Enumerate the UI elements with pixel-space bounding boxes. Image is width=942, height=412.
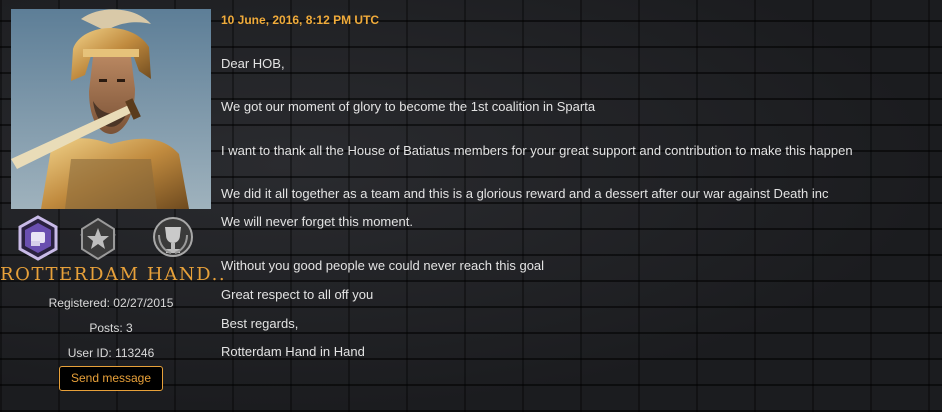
post-line-closing: Best regards, xyxy=(221,316,299,331)
post-count: Posts: 3 xyxy=(89,321,133,335)
user-profile-panel: ROTTERDAM HAND.. Registered: 02/27/2015 … xyxy=(0,0,225,412)
send-message-button[interactable]: Send message xyxy=(59,366,163,391)
post-timestamp: 10 June, 2016, 8:12 PM UTC xyxy=(221,13,380,27)
trophy-laurel-badge-icon xyxy=(151,215,195,261)
post-line: We got our moment of glory to become the… xyxy=(221,99,596,114)
post-line: We will never forget this moment. xyxy=(221,214,413,229)
username[interactable]: ROTTERDAM HAND.. xyxy=(0,264,225,285)
star-wings-badge-icon xyxy=(76,215,120,261)
avatar[interactable] xyxy=(11,9,211,209)
post-line: I want to thank all the House of Batiatu… xyxy=(221,143,853,158)
achievement-badges xyxy=(0,215,222,263)
post-line-signature: Rotterdam Hand in Hand xyxy=(221,344,365,359)
post-line-greeting: Dear HOB, xyxy=(221,56,285,71)
spartan-warrior-avatar-image xyxy=(11,9,211,209)
post-line: Great respect to all off you xyxy=(221,287,374,302)
fist-rank-badge-icon xyxy=(16,215,60,261)
post-line: Without you good people we could never r… xyxy=(221,258,545,273)
user-id: User ID: 113246 xyxy=(67,346,155,360)
post-line: We did it all together as a team and thi… xyxy=(221,186,829,201)
registered-date: Registered: 02/27/2015 xyxy=(48,296,174,310)
